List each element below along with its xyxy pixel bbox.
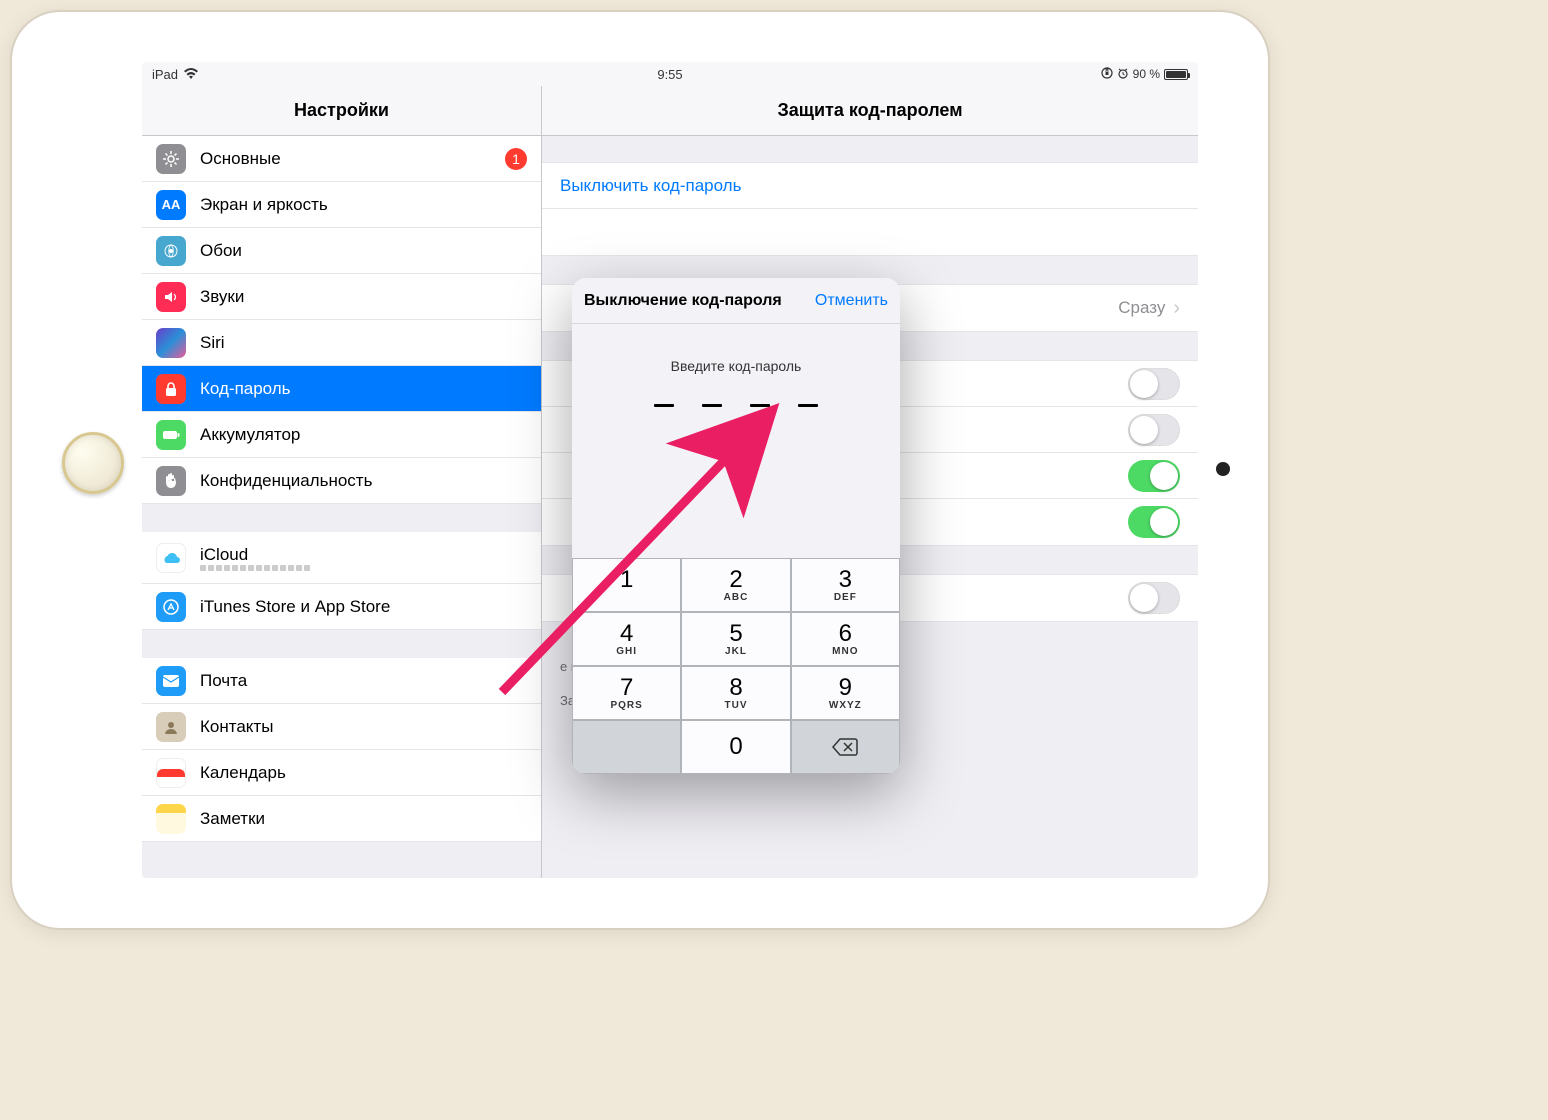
settings-sidebar: Основные 1 AA Экран и яркость Обои Звуки xyxy=(142,136,542,878)
key-blank xyxy=(572,720,681,774)
sidebar-item-siri[interactable]: Siri xyxy=(142,320,541,366)
sidebar-item-display[interactable]: AA Экран и яркость xyxy=(142,182,541,228)
enter-passcode-prompt: Введите код-пароль xyxy=(572,358,900,374)
wifi-icon xyxy=(184,68,198,80)
clock: 9:55 xyxy=(657,67,682,82)
calendar-icon xyxy=(156,758,186,788)
speaker-icon xyxy=(156,282,186,312)
battery-icon xyxy=(1164,69,1188,80)
contacts-icon xyxy=(156,712,186,742)
sidebar-item-label: Аккумулятор xyxy=(200,425,300,445)
header-row: Настройки Защита код-паролем xyxy=(142,86,1198,136)
sidebar-item-appstore[interactable]: iTunes Store и App Store xyxy=(142,584,541,630)
settings-title: Настройки xyxy=(142,86,542,135)
sidebar-item-label: Код-пароль xyxy=(200,379,291,399)
toggle-switch[interactable] xyxy=(1128,582,1180,614)
key-0[interactable]: 0 xyxy=(681,720,790,774)
passcode-field[interactable] xyxy=(572,404,900,407)
status-bar: iPad 9:55 90 % xyxy=(142,62,1198,86)
key-8[interactable]: 8TUV xyxy=(681,666,790,720)
appstore-icon xyxy=(156,592,186,622)
key-6[interactable]: 6MNO xyxy=(791,612,900,666)
gear-icon xyxy=(156,144,186,174)
require-passcode-value: Сразу xyxy=(1118,298,1165,318)
notes-icon xyxy=(156,804,186,834)
key-4[interactable]: 4GHI xyxy=(572,612,681,666)
sidebar-item-label: Siri xyxy=(200,333,225,353)
sidebar-item-notes[interactable]: Заметки xyxy=(142,796,541,842)
sidebar-item-label: Конфиденциальность xyxy=(200,471,372,491)
detail-title: Защита код-паролем xyxy=(542,86,1198,135)
toggle-switch[interactable] xyxy=(1128,368,1180,400)
screen: iPad 9:55 90 % Настройки Защита код-паро… xyxy=(142,62,1198,878)
pin-digit xyxy=(798,404,818,407)
sidebar-item-label: Экран и яркость xyxy=(200,195,328,215)
wallpaper-icon xyxy=(156,236,186,266)
sidebar-item-mail[interactable]: Почта xyxy=(142,658,541,704)
front-camera xyxy=(1216,462,1230,476)
lock-icon xyxy=(156,374,186,404)
notification-badge: 1 xyxy=(505,148,527,170)
sidebar-item-wallpaper[interactable]: Обои xyxy=(142,228,541,274)
modal-title: Выключение код-пароля xyxy=(584,292,815,310)
pin-digit xyxy=(750,404,770,407)
sidebar-item-label: Почта xyxy=(200,671,247,691)
pin-digit xyxy=(702,404,722,407)
icloud-account-redacted xyxy=(200,565,310,571)
mail-icon xyxy=(156,666,186,696)
turn-off-passcode-button[interactable]: Выключить код-пароль xyxy=(542,163,1198,209)
key-1[interactable]: 1 xyxy=(572,558,681,612)
toggle-switch[interactable] xyxy=(1128,414,1180,446)
sidebar-item-label: Контакты xyxy=(200,717,273,737)
sidebar-item-label: iTunes Store и App Store xyxy=(200,597,390,617)
sidebar-item-label: iCloud xyxy=(200,545,310,565)
passcode-modal: Выключение код-пароля Отменить Введите к… xyxy=(572,278,900,774)
chevron-right-icon: › xyxy=(1173,297,1180,320)
siri-icon xyxy=(156,328,186,358)
sidebar-item-contacts[interactable]: Контакты xyxy=(142,704,541,750)
battery-percent: 90 % xyxy=(1133,67,1160,81)
toggle-switch[interactable] xyxy=(1128,460,1180,492)
hand-icon xyxy=(156,466,186,496)
pin-digit xyxy=(654,404,674,407)
sidebar-item-label: Обои xyxy=(200,241,242,261)
key-7[interactable]: 7PQRS xyxy=(572,666,681,720)
alarm-icon xyxy=(1117,67,1129,82)
ipad-frame: iPad 9:55 90 % Настройки Защита код-паро… xyxy=(10,10,1270,930)
key-3[interactable]: 3DEF xyxy=(791,558,900,612)
display-icon: AA xyxy=(156,190,186,220)
sidebar-item-privacy[interactable]: Конфиденциальность xyxy=(142,458,541,504)
sidebar-item-label: Основные xyxy=(200,149,281,169)
battery-settings-icon xyxy=(156,420,186,450)
key-2[interactable]: 2ABC xyxy=(681,558,790,612)
numeric-keypad: 1 2ABC 3DEF 4GHI 5JKL 6MNO 7PQRS 8TUV 9W… xyxy=(572,558,900,774)
backspace-icon xyxy=(831,737,859,757)
sidebar-item-calendar[interactable]: Календарь xyxy=(142,750,541,796)
rotation-lock-icon xyxy=(1101,67,1113,82)
sidebar-item-label: Заметки xyxy=(200,809,265,829)
key-5[interactable]: 5JKL xyxy=(681,612,790,666)
sidebar-item-sounds[interactable]: Звуки xyxy=(142,274,541,320)
toggle-switch[interactable] xyxy=(1128,506,1180,538)
sidebar-item-label: Звуки xyxy=(200,287,244,307)
key-backspace[interactable] xyxy=(791,720,900,774)
change-passcode-row[interactable] xyxy=(542,209,1198,255)
device-label: iPad xyxy=(152,67,178,82)
sidebar-item-passcode[interactable]: Код-пароль xyxy=(142,366,541,412)
sidebar-item-label: Календарь xyxy=(200,763,286,783)
sidebar-item-general[interactable]: Основные 1 xyxy=(142,136,541,182)
sidebar-item-icloud[interactable]: iCloud xyxy=(142,532,541,584)
cloud-icon xyxy=(156,543,186,573)
key-9[interactable]: 9WXYZ xyxy=(791,666,900,720)
home-button[interactable] xyxy=(62,432,124,494)
sidebar-item-battery[interactable]: Аккумулятор xyxy=(142,412,541,458)
cancel-button[interactable]: Отменить xyxy=(815,292,888,310)
